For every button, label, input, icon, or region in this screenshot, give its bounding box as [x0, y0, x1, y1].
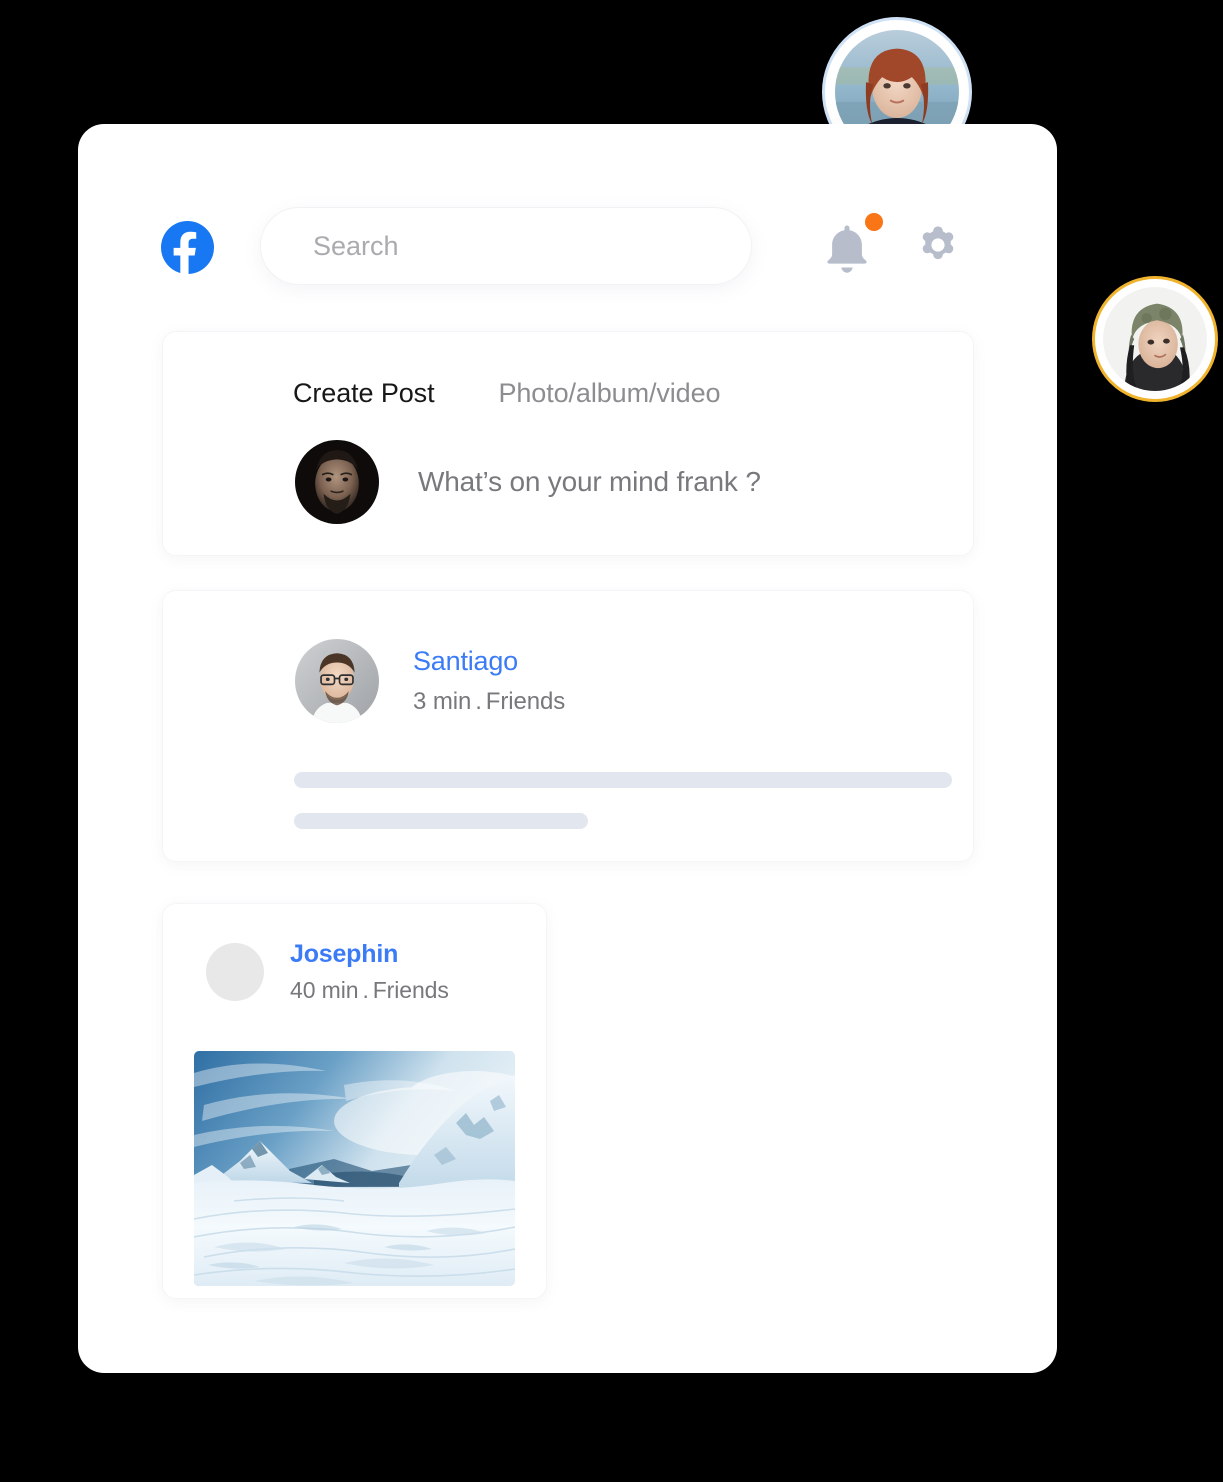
notifications-button[interactable]: [820, 220, 874, 278]
create-post-card: Create Post Photo/album/video What’s on …: [162, 331, 974, 556]
right-side-avatar-image: [1103, 287, 1207, 391]
gear-icon: [911, 226, 965, 280]
post-subtitle: 40 min. Friends: [290, 977, 449, 1004]
app-panel: Create Post Photo/album/video: [78, 124, 1057, 1373]
app-header: [78, 124, 1057, 324]
post-body-placeholder-line-2: [294, 813, 588, 829]
post-author-link[interactable]: Santiago: [413, 646, 565, 677]
post-header: Santiago 3 min. Friends: [295, 639, 565, 723]
post-photo[interactable]: [194, 1051, 515, 1286]
post-audience: Friends: [372, 977, 449, 1003]
search-input[interactable]: [260, 207, 752, 285]
composer-prompt[interactable]: What’s on your mind frank ?: [418, 466, 761, 498]
post-meta: Santiago 3 min. Friends: [413, 646, 565, 716]
facebook-logo-icon[interactable]: [161, 221, 214, 275]
post-meta: Josephin 40 min. Friends: [290, 940, 449, 1004]
post-time: 3 min: [413, 688, 472, 715]
frank-avatar[interactable]: [295, 440, 379, 524]
feed-post-santiago: Santiago 3 min. Friends: [162, 590, 974, 862]
post-time: 40 min: [290, 977, 359, 1003]
feed-post-josephin: Josephin 40 min. Friends: [162, 903, 547, 1299]
post-separator: .: [475, 688, 482, 715]
create-post-tabs: Create Post Photo/album/video: [293, 378, 721, 409]
composer-row[interactable]: What’s on your mind frank ?: [295, 440, 761, 524]
post-author-link[interactable]: Josephin: [290, 940, 449, 969]
post-subtitle: 3 min. Friends: [413, 688, 565, 716]
santiago-avatar[interactable]: [295, 639, 379, 723]
post-header: Josephin 40 min. Friends: [206, 940, 449, 1004]
bell-icon: [820, 225, 874, 281]
post-separator: .: [362, 977, 369, 1003]
notification-dot-icon: [865, 213, 883, 231]
right-side-floating-avatar[interactable]: [1092, 276, 1218, 402]
post-body-placeholder-line-1: [294, 772, 952, 788]
settings-button[interactable]: [911, 219, 965, 277]
post-audience: Friends: [485, 688, 566, 715]
josephin-avatar[interactable]: [206, 943, 264, 1001]
tab-photo-album-video[interactable]: Photo/album/video: [498, 378, 720, 409]
tab-create-post[interactable]: Create Post: [293, 378, 435, 409]
